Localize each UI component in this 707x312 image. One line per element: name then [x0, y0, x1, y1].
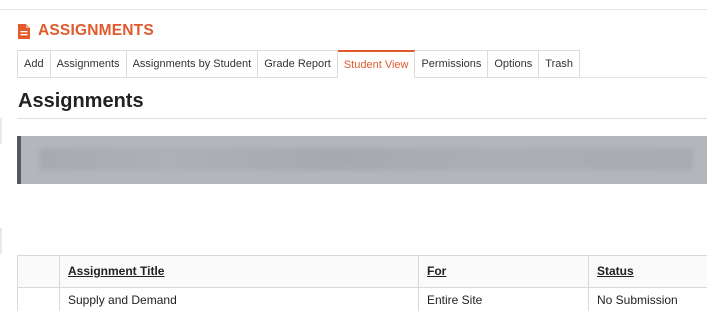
nav-grade-report[interactable]: Grade Report [258, 50, 338, 78]
sort-assignment-title-link[interactable]: Assignment Title [68, 264, 164, 278]
tool-header: ASSIGNMENTS [18, 21, 154, 41]
header-cell-for: For [419, 256, 589, 287]
nav-divider [579, 77, 707, 78]
left-edge-marker [0, 118, 2, 144]
nav-assignments[interactable]: Assignments [50, 50, 127, 78]
top-divider [0, 9, 707, 10]
nav-trash[interactable]: Trash [539, 50, 581, 78]
row-cell-title: Supply and Demand [60, 288, 419, 311]
assignments-table: Assignment Title For Status Supply and D… [17, 255, 707, 311]
nav-permissions[interactable]: Permissions [415, 50, 489, 78]
blurred-content [39, 148, 693, 170]
title-divider [17, 118, 707, 119]
sort-status-link[interactable]: Status [597, 264, 634, 278]
nav-options[interactable]: Options [488, 50, 540, 78]
nav-add[interactable]: Add [18, 50, 51, 78]
nav-assignments-by-student[interactable]: Assignments by Student [126, 50, 259, 78]
tool-title: ASSIGNMENTS [38, 22, 154, 39]
table-header-blank [18, 256, 60, 287]
row-cell-for: Entire Site [419, 288, 589, 311]
row-cell-status: No Submission [597, 293, 678, 307]
sort-for-link[interactable]: For [427, 264, 446, 278]
left-edge-marker [0, 228, 2, 254]
row-cell-blank [18, 288, 60, 311]
nav-student-view[interactable]: Student View [337, 50, 416, 78]
document-icon [18, 23, 30, 39]
page-title: Assignments [18, 90, 144, 112]
tool-nav: Add Assignments Assignments by Student G… [17, 50, 581, 78]
header-cell-status: Status [589, 256, 707, 287]
table-row[interactable]: Supply and Demand Entire Site No Submiss… [18, 288, 707, 311]
table-header-row: Assignment Title For Status [18, 256, 707, 288]
blurred-banner [17, 136, 707, 184]
header-cell-title: Assignment Title [60, 256, 419, 287]
